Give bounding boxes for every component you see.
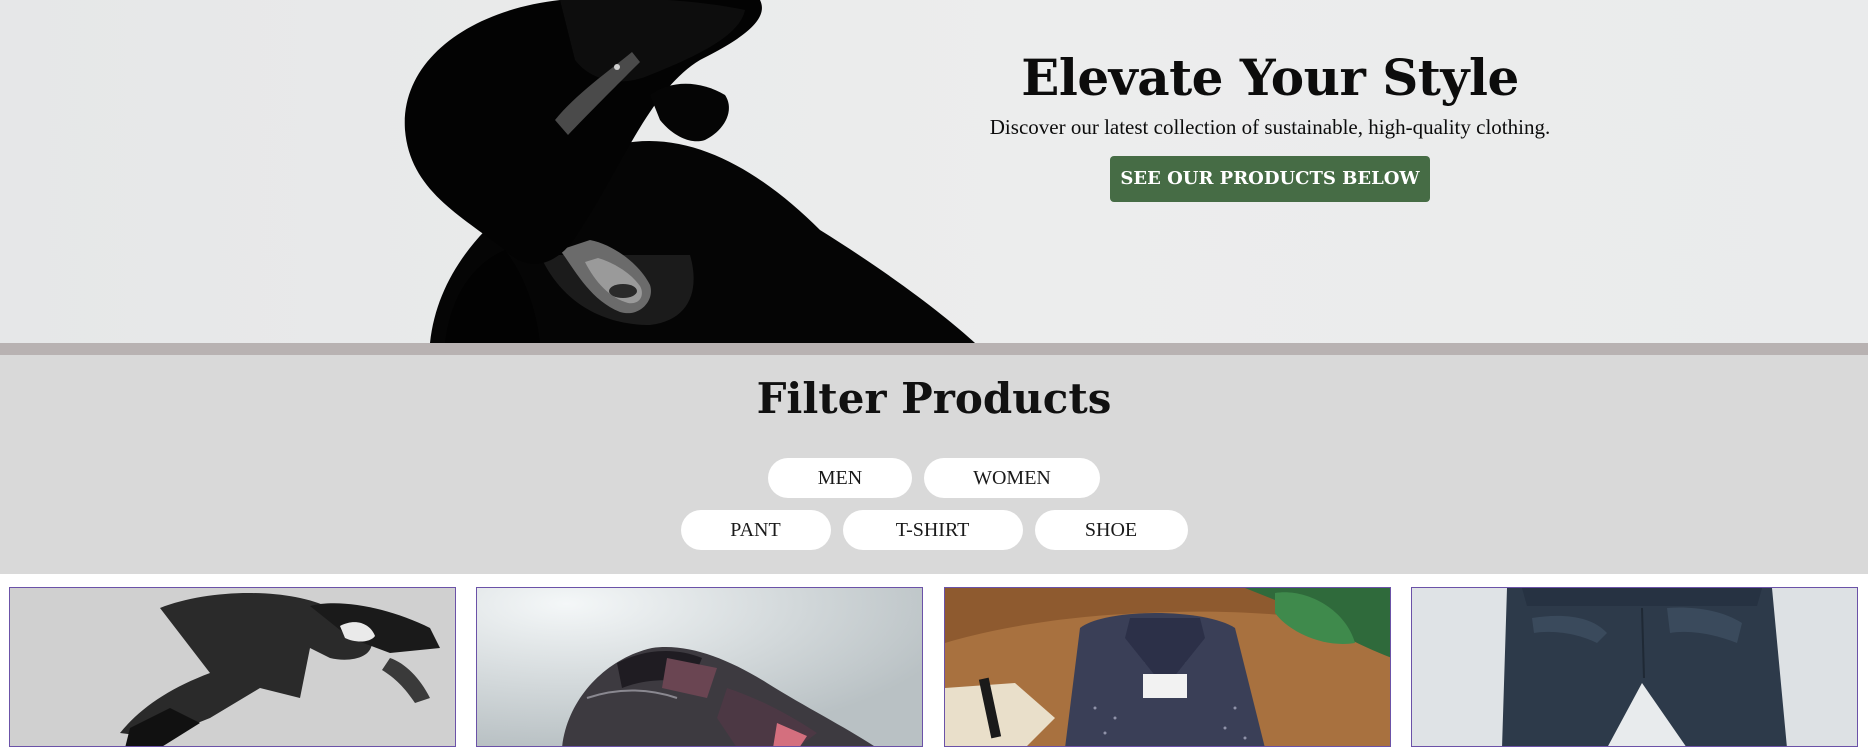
section-divider bbox=[0, 343, 1868, 355]
hero-title: Elevate Your Style bbox=[1021, 48, 1519, 107]
filter-shoe-button[interactable]: SHOE bbox=[1034, 510, 1188, 550]
hero-subtitle: Discover our latest collection of sustai… bbox=[989, 115, 1551, 139]
sneaker-image bbox=[477, 588, 922, 746]
man-jumping-image bbox=[10, 588, 455, 746]
product-card[interactable] bbox=[9, 587, 456, 747]
product-grid bbox=[0, 574, 1868, 747]
product-card[interactable] bbox=[944, 587, 1391, 747]
filter-women-button[interactable]: WOMEN bbox=[924, 458, 1100, 498]
category-filter-row: MEN WOMEN bbox=[0, 458, 1868, 498]
type-filter-row: PANT T-SHIRT SHOE bbox=[0, 510, 1868, 550]
see-products-button[interactable]: SEE OUR PRODUCTS BELOW bbox=[1110, 156, 1430, 202]
filter-title: Filter Products bbox=[756, 374, 1112, 423]
folded-shirt-image bbox=[945, 588, 1390, 746]
product-card[interactable] bbox=[476, 587, 923, 747]
hero-image bbox=[404, 0, 975, 343]
filter-section: Filter Products MEN WOMEN PANT T-SHIRT S… bbox=[0, 355, 1868, 574]
filter-tshirt-button[interactable]: T-SHIRT bbox=[842, 510, 1023, 550]
hero-text-block: Elevate Your Style Discover our latest c… bbox=[960, 46, 1580, 202]
hero-banner: Elevate Your Style Discover our latest c… bbox=[0, 0, 1868, 343]
pants-image bbox=[1412, 588, 1857, 746]
filter-pant-button[interactable]: PANT bbox=[680, 510, 831, 550]
product-card[interactable] bbox=[1411, 587, 1858, 747]
filter-men-button[interactable]: MEN bbox=[768, 458, 912, 498]
